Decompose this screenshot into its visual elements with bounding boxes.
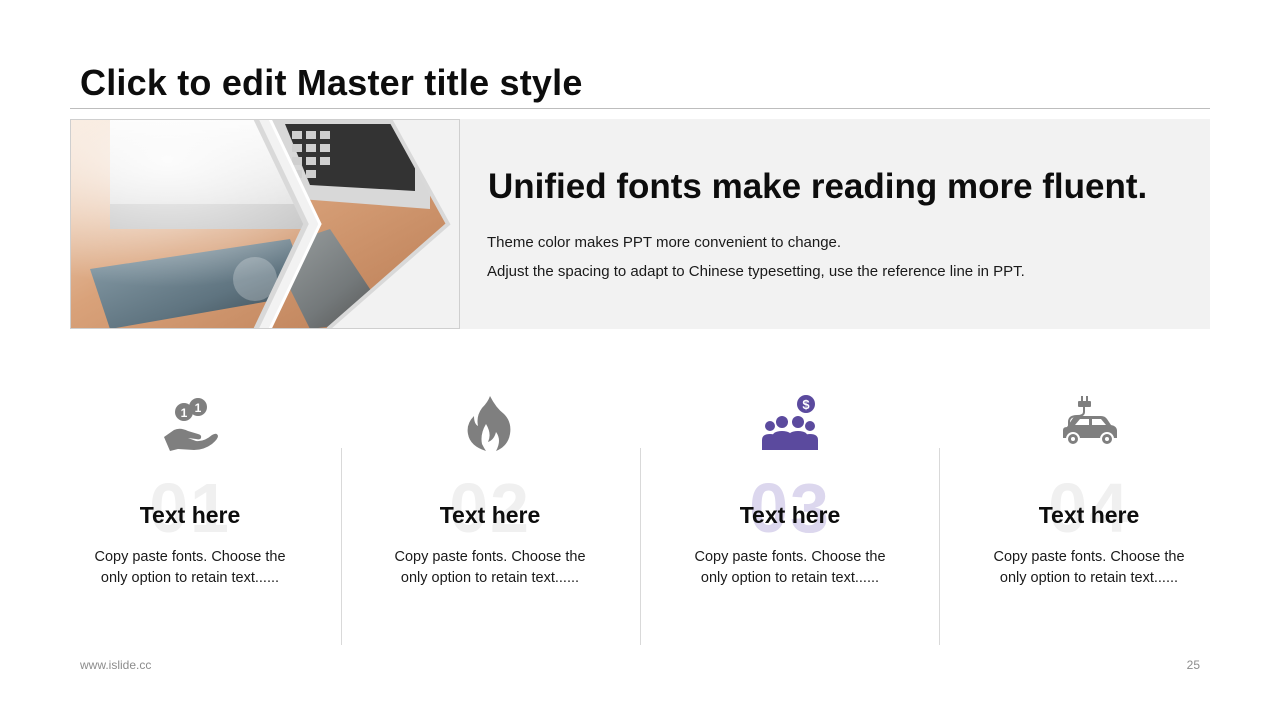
banner-text-line2[interactable]: Adjust the spacing to adapt to Chinese t…	[487, 263, 1025, 280]
title-divider	[70, 108, 1210, 109]
feature-column-2: 02 Text here Copy paste fonts. Choose th…	[370, 380, 610, 650]
column-body-line: Copy paste fonts. Choose the	[394, 549, 586, 565]
column-body[interactable]: Copy paste fonts. Choose the only option…	[969, 547, 1209, 589]
column-body-line: only option to retain text......	[999, 570, 1179, 586]
column-body[interactable]: Copy paste fonts. Choose the only option…	[70, 547, 310, 589]
column-divider	[341, 448, 342, 645]
column-heading[interactable]: Text here	[969, 502, 1209, 529]
footer-website[interactable]: www.islide.cc	[80, 658, 151, 672]
banner-text-line1[interactable]: Theme color makes PPT more convenient to…	[487, 234, 841, 251]
column-body-line: only option to retain text......	[400, 570, 580, 586]
hand-coins-icon: 1 1	[164, 398, 218, 451]
column-body-line: Copy paste fonts. Choose the	[694, 549, 886, 565]
column-heading[interactable]: Text here	[670, 502, 910, 529]
feature-column-4: 04 Text here Copy paste fonts. Choose th…	[969, 380, 1209, 650]
column-body-line: only option to retain text......	[700, 570, 880, 586]
column-heading[interactable]: Text here	[70, 502, 310, 529]
column-body-line: Copy paste fonts. Choose the	[94, 549, 286, 565]
column-body[interactable]: Copy paste fonts. Choose the only option…	[670, 547, 910, 589]
column-body[interactable]: Copy paste fonts. Choose the only option…	[370, 547, 610, 589]
page-number: 25	[1186, 658, 1200, 672]
svg-text:1: 1	[181, 406, 188, 420]
feature-column-1: 1 1 01 Text here Copy paste fonts. Choos…	[70, 380, 310, 650]
column-heading[interactable]: Text here	[370, 502, 610, 529]
column-body-line: Copy paste fonts. Choose the	[993, 549, 1185, 565]
svg-text:1: 1	[195, 401, 202, 415]
banner-headline[interactable]: Unified fonts make reading more fluent.	[488, 167, 1147, 207]
fire-icon	[467, 396, 511, 451]
column-divider	[640, 448, 641, 645]
laptop-phone-photo	[70, 119, 460, 329]
slide-title[interactable]: Click to edit Master title style	[80, 62, 583, 104]
column-divider	[939, 448, 940, 645]
column-body-line: only option to retain text......	[100, 570, 280, 586]
svg-text:$: $	[802, 397, 810, 412]
banner: Unified fonts make reading more fluent. …	[70, 119, 1210, 329]
feature-column-3: $ 03 Text here Copy paste fonts. Choose …	[670, 380, 910, 650]
electric-car-icon	[1063, 396, 1117, 446]
team-dollar-icon: $	[762, 395, 818, 450]
slide: Click to edit Master title style Unified…	[0, 0, 1280, 720]
